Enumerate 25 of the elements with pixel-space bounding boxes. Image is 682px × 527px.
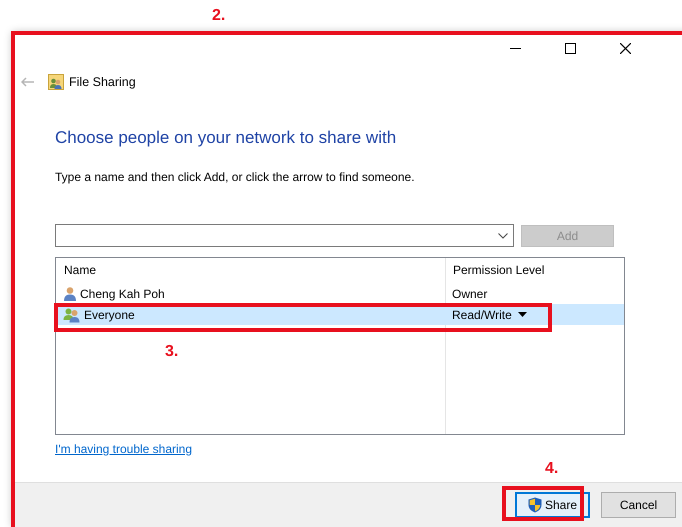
permission-level: Read/Write [452,308,512,322]
name-combo-field[interactable] [55,224,514,247]
dropdown-caret-icon[interactable] [518,312,527,317]
shared-folder-icon [48,74,64,90]
instruction-text: Type a name and then click Add, or click the arrow to find someone. [55,170,416,184]
shield-icon [528,497,542,513]
users-icon [63,306,81,322]
person-name: Everyone [84,308,135,322]
annotation-label: 4. [545,460,558,478]
chevron-down-icon[interactable] [498,232,508,238]
column-header[interactable]: Permission Level [445,258,624,279]
user-icon [63,286,77,302]
maximize-icon[interactable] [565,42,576,54]
person-name: Cheng Kah Poh [80,286,165,300]
page-heading: Choose people on your network to share with [55,128,398,148]
permission-level: Owner [452,286,488,300]
column-header[interactable]: Name [56,258,445,279]
close-icon[interactable] [620,42,631,54]
cancel-button[interactable]: Cancel [601,492,676,518]
trouble-sharing-link[interactable]: I'm having trouble sharing [55,442,192,456]
annotation-label: 2. [212,7,226,25]
window-title: File Sharing [69,75,136,89]
person-cell[interactable]: Cheng Kah Poh [56,283,445,304]
share-button[interactable]: Share [515,492,590,518]
annotation-label: 3. [165,343,178,361]
